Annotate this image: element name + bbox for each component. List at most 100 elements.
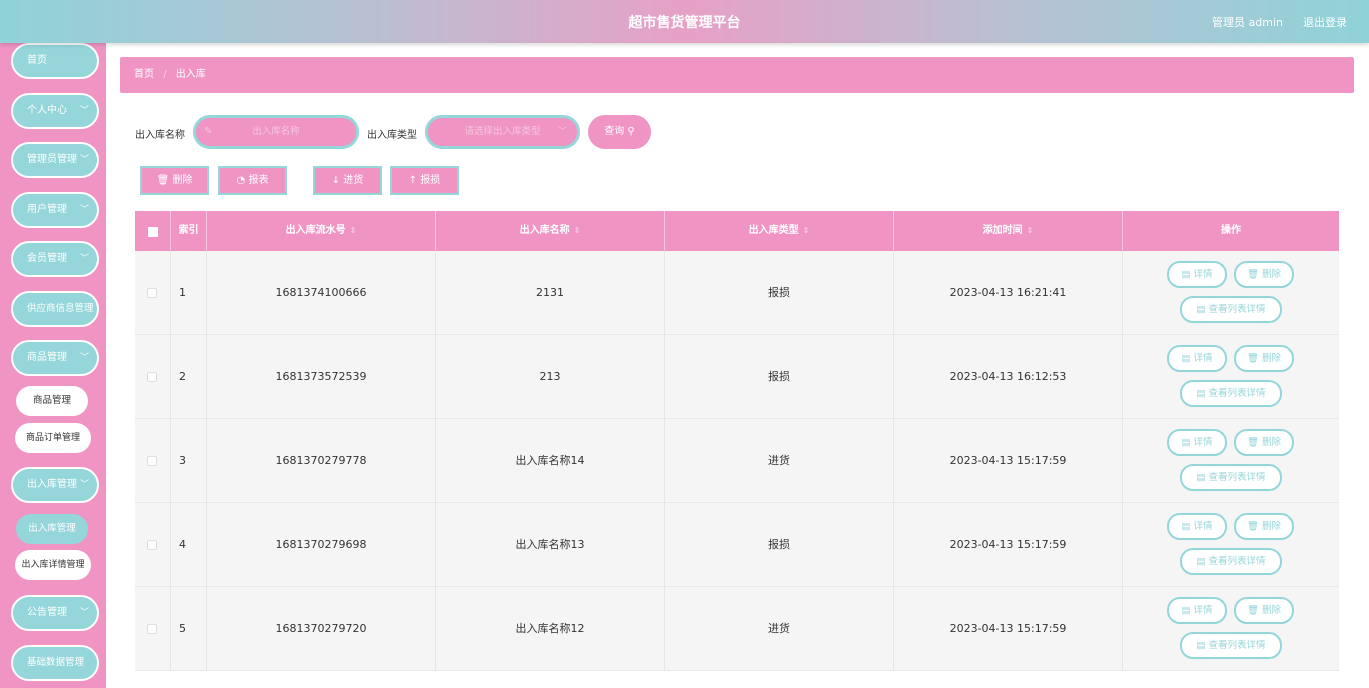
- logout-link[interactable]: 退出登录: [1303, 14, 1347, 30]
- document-icon: ▤: [1181, 605, 1194, 616]
- top-header: 超市售货管理平台 管理员 admin 退出登录: [0, 0, 1369, 43]
- edit-icon: ✎: [204, 126, 213, 137]
- header-time[interactable]: 添加时间 ⇕: [894, 211, 1123, 251]
- sidebar-item-label: 管理员管理: [27, 154, 77, 165]
- submenu-stock-manage[interactable]: 出入库管理: [16, 514, 88, 544]
- delete-label: 删除: [1262, 605, 1282, 616]
- header-serial[interactable]: 出入库流水号 ⇕: [207, 211, 436, 251]
- list-detail-label: 查看列表详情: [1208, 304, 1266, 315]
- name-search-label: 出入库名称: [135, 130, 185, 141]
- submenu-goods-manage[interactable]: 商品管理: [16, 386, 88, 416]
- header-serial-label: 出入库流水号: [285, 225, 346, 236]
- detail-button[interactable]: ▤ 详情: [1167, 513, 1227, 540]
- cell-ops: ▤ 详情 🗑 删除 ▤ 查看列表详情: [1123, 251, 1339, 335]
- submenu-stock-detail[interactable]: 出入库详情管理: [15, 550, 91, 580]
- name-search-input[interactable]: ✎ 出入库名称: [193, 115, 359, 149]
- stock-in-button[interactable]: ↓ 进货: [313, 166, 382, 195]
- query-button[interactable]: 查询 ⚲: [588, 115, 651, 149]
- header-name[interactable]: 出入库名称 ⇕: [436, 211, 665, 251]
- sidebar-item-label: 用户管理: [27, 204, 67, 215]
- delete-button[interactable]: 🗑 删除: [1234, 261, 1294, 288]
- list-detail-label: 查看列表详情: [1208, 556, 1266, 567]
- cell-ops: ▤ 详情 🗑 删除 ▤ 查看列表详情: [1123, 419, 1339, 503]
- delete-button[interactable]: 🗑 删除: [1234, 429, 1294, 456]
- sidebar-item-suppliers[interactable]: 供应商信息管理: [11, 291, 99, 327]
- list-detail-button[interactable]: ▤ 查看列表详情: [1180, 632, 1282, 659]
- sidebar: 首页 个人中心 ﹀ 管理员管理 ﹀ 用户管理 ﹀ 会员管理 ﹀ 供应商信息管理 商品管理…: [0, 43, 106, 688]
- list-detail-button[interactable]: ▤ 查看列表详情: [1180, 380, 1282, 407]
- cell-name: 出入库名称14: [436, 419, 665, 503]
- header-type[interactable]: 出入库类型 ⇕: [665, 211, 894, 251]
- cell-ops: ▤ 详情 🗑 删除 ▤ 查看列表详情: [1123, 587, 1339, 671]
- document-icon: ▤: [1181, 269, 1194, 280]
- row-checkbox[interactable]: [147, 372, 157, 382]
- sidebar-item-basedata[interactable]: 基础数据管理: [11, 645, 99, 681]
- list-detail-label: 查看列表详情: [1208, 388, 1266, 399]
- cell-index: 2: [171, 335, 207, 419]
- cell-name: 2131: [436, 251, 665, 335]
- row-select-cell: [135, 335, 171, 419]
- cell-time: 2023-04-13 15:17:59: [894, 587, 1123, 671]
- detail-button[interactable]: ▤ 详情: [1167, 597, 1227, 624]
- delete-button[interactable]: 🗑 删除: [1234, 513, 1294, 540]
- delete-button[interactable]: 🗑 删除: [1234, 345, 1294, 372]
- table-row: 5 1681370279720 出入库名称12 进货 2023-04-13 15:17:…: [135, 587, 1339, 671]
- cell-index: 5: [171, 587, 207, 671]
- breadcrumb-current: 出入库: [175, 69, 206, 80]
- batch-delete-button[interactable]: 🗑 删除: [140, 166, 209, 195]
- list-detail-button[interactable]: ▤ 查看列表详情: [1180, 548, 1282, 575]
- chevron-down-icon: ﹀: [79, 254, 89, 264]
- query-button-label: 查询: [604, 126, 625, 137]
- detail-label: 详情: [1193, 269, 1213, 280]
- breadcrumb-home[interactable]: 首页: [134, 69, 154, 80]
- sidebar-item-members[interactable]: 会员管理 ﹀: [11, 241, 99, 277]
- pie-chart-icon: ◔: [236, 175, 249, 186]
- row-checkbox[interactable]: [147, 456, 157, 466]
- detail-button[interactable]: ▤ 详情: [1167, 429, 1227, 456]
- detail-button[interactable]: ▤ 详情: [1167, 261, 1227, 288]
- sidebar-item-admin[interactable]: 管理员管理 ﹀: [11, 142, 99, 178]
- sidebar-item-home[interactable]: 首页: [11, 43, 99, 79]
- app-title: 超市售货管理平台: [628, 15, 741, 31]
- table-row: 3 1681370279778 出入库名称14 进货 2023-04-13 15:17:…: [135, 419, 1339, 503]
- document-icon: ▤: [1181, 353, 1194, 364]
- row-select-cell: [135, 419, 171, 503]
- report-button[interactable]: ◔ 报表: [218, 166, 287, 195]
- type-select[interactable]: 请选择出入库类型 ﹀: [425, 115, 580, 149]
- table-row: 1 1681374100666 2131 报损 2023-04-13 16:21:41 ▤…: [135, 251, 1339, 335]
- chevron-down-icon: ﹀: [79, 106, 89, 116]
- sidebar-item-personal[interactable]: 个人中心 ﹀: [11, 93, 99, 129]
- delete-button[interactable]: 🗑 删除: [1234, 597, 1294, 624]
- list-detail-button[interactable]: ▤ 查看列表详情: [1180, 464, 1282, 491]
- sidebar-item-goods[interactable]: 商品管理 ﹀: [11, 340, 99, 376]
- list-detail-button[interactable]: ▤ 查看列表详情: [1180, 296, 1282, 323]
- row-checkbox[interactable]: [147, 624, 157, 634]
- cell-type: 进货: [665, 587, 894, 671]
- cell-serial: 1681370279698: [207, 503, 436, 587]
- cell-type: 报损: [665, 335, 894, 419]
- document-icon: ▤: [1196, 472, 1209, 483]
- detail-label: 详情: [1193, 437, 1213, 448]
- list-detail-label: 查看列表详情: [1208, 472, 1266, 483]
- row-select-cell: [135, 503, 171, 587]
- document-icon: ▤: [1181, 437, 1194, 448]
- sidebar-item-label: 基础数据管理: [27, 657, 85, 668]
- delete-label: 删除: [1262, 437, 1282, 448]
- sidebar-item-label: 供应商信息管理: [27, 303, 94, 314]
- trash-icon: 🗑: [1246, 353, 1263, 364]
- chevron-down-icon: ﹀: [79, 608, 89, 618]
- name-search-placeholder: 出入库名称: [252, 126, 300, 137]
- delete-label: 删除: [1262, 269, 1282, 280]
- delete-label: 删除: [1262, 353, 1282, 364]
- document-icon: ▤: [1196, 388, 1209, 399]
- sidebar-item-users[interactable]: 用户管理 ﹀: [11, 192, 99, 228]
- sidebar-item-stock[interactable]: 出入库管理 ﹀: [11, 467, 99, 503]
- submenu-goods-orders[interactable]: 商品订单管理: [15, 423, 91, 453]
- detail-button[interactable]: ▤ 详情: [1167, 345, 1227, 372]
- header-index: 索引: [171, 211, 207, 251]
- row-checkbox[interactable]: [147, 540, 157, 550]
- row-checkbox[interactable]: [147, 288, 157, 298]
- sidebar-item-notice[interactable]: 公告管理 ﹀: [11, 595, 99, 631]
- select-all-checkbox[interactable]: [148, 227, 158, 237]
- stock-loss-button[interactable]: ↑ 报损: [390, 166, 459, 195]
